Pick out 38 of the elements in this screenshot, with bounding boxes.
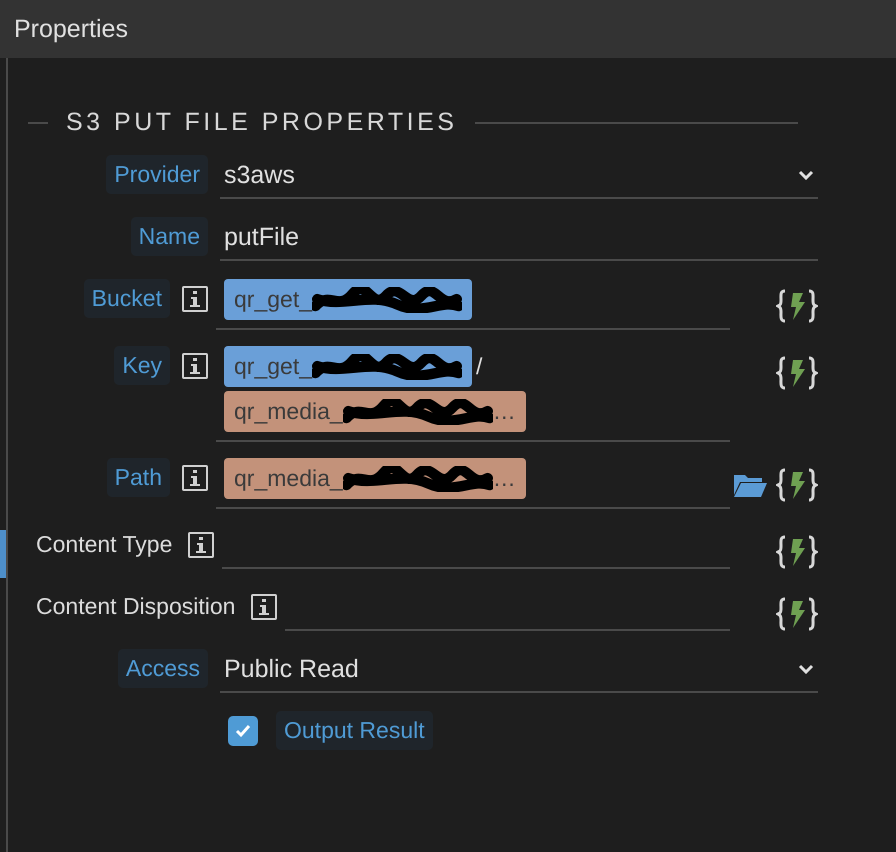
field-label: Content Type: [36, 531, 172, 558]
expression-field[interactable]: qr_media_ …: [216, 458, 730, 509]
variable-chip[interactable]: qr_get_: [224, 279, 472, 320]
info-icon[interactable]: [182, 464, 208, 490]
panel-title: Properties: [14, 14, 128, 44]
field-label: Provider: [106, 155, 208, 194]
input-field[interactable]: putFile: [220, 217, 818, 261]
info-icon[interactable]: [251, 594, 278, 620]
chevron-down-icon[interactable]: [798, 664, 814, 674]
lightning-braces-icon[interactable]: [776, 289, 818, 323]
field-label: Access: [118, 649, 208, 688]
checkbox[interactable]: [228, 716, 258, 746]
chevron-down-icon[interactable]: [798, 170, 814, 180]
section-title: S3 PUT FILE PROPERTIES: [66, 108, 458, 137]
info-icon[interactable]: [182, 286, 208, 312]
active-indicator: [0, 530, 6, 578]
lightning-braces-icon[interactable]: [776, 356, 818, 390]
field-label: Path: [106, 458, 170, 497]
field-label: Bucket: [84, 279, 170, 318]
variable-chip[interactable]: qr_get_: [224, 346, 472, 387]
lightning-braces-icon[interactable]: [776, 535, 818, 569]
path-separator: /: [476, 353, 482, 380]
select-field[interactable]: Public Read: [220, 649, 818, 693]
expression-field[interactable]: qr_get_: [216, 279, 730, 330]
field-label: Key: [114, 346, 170, 385]
field-label: Content Disposition: [36, 593, 236, 620]
info-icon[interactable]: [182, 352, 208, 378]
lightning-braces-icon[interactable]: [776, 597, 818, 631]
variable-chip[interactable]: qr_media_ …: [224, 391, 526, 432]
checkbox-label[interactable]: Output Result: [276, 711, 433, 750]
variable-chip[interactable]: qr_media_ …: [224, 458, 526, 499]
select-field[interactable]: s3aws: [220, 155, 818, 199]
expression-field[interactable]: qr_get_ / qr_media_ …: [216, 346, 730, 442]
lightning-braces-icon[interactable]: [776, 468, 818, 502]
folder-icon[interactable]: [732, 472, 768, 498]
info-icon[interactable]: [188, 532, 214, 558]
field-label: Name: [130, 217, 208, 256]
check-icon: [235, 724, 251, 738]
